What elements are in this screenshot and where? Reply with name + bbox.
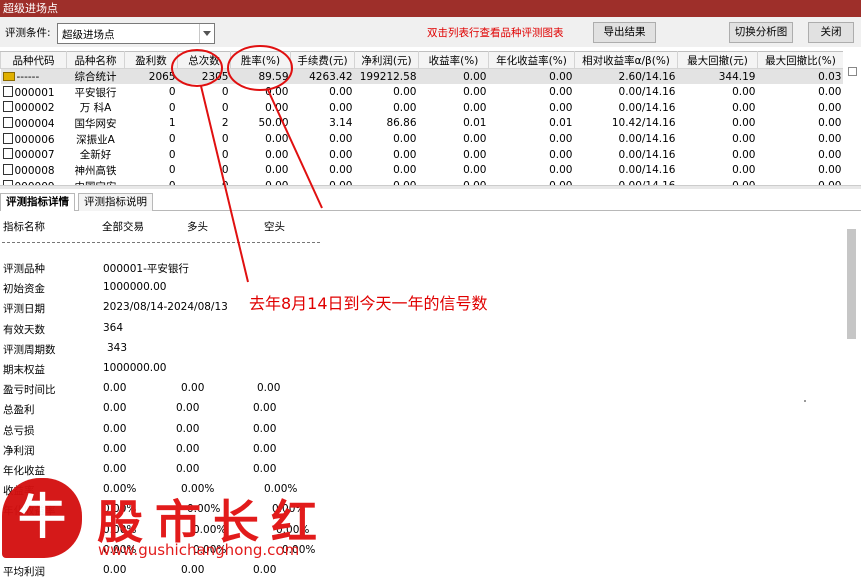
watermark-url: www.gushichanghong.com bbox=[98, 541, 300, 559]
highlight-circle bbox=[227, 45, 293, 91]
arrow-line bbox=[200, 85, 249, 283]
watermark-logo: 牛 bbox=[2, 478, 82, 558]
arrow-line bbox=[267, 89, 323, 209]
highlight-circle bbox=[171, 49, 223, 87]
annotation-text: 去年8月14日到今天一年的信号数 bbox=[249, 294, 488, 313]
